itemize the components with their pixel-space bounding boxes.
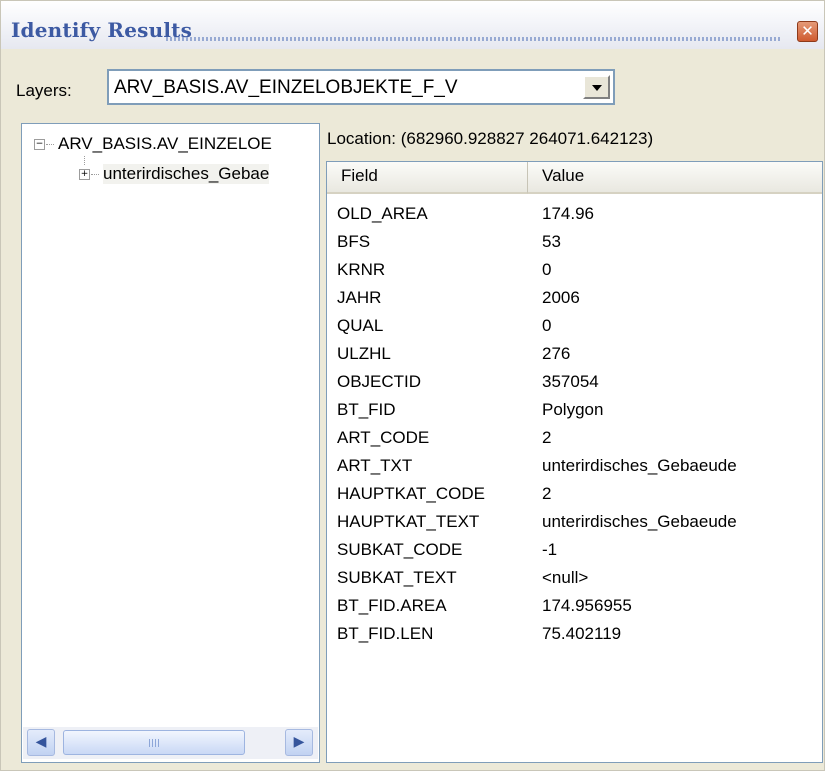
field-value: unterirdisches_Gebaeude — [542, 512, 737, 531]
tree-connector — [84, 156, 85, 165]
close-button[interactable]: ✕ — [797, 21, 818, 42]
field-name: SUBKAT_TEXT — [337, 568, 457, 587]
field-name: SUBKAT_CODE — [337, 540, 463, 559]
field-value: 2006 — [542, 288, 580, 307]
field-value: <null> — [542, 568, 589, 587]
field-name: OLD_AREA — [337, 204, 428, 223]
field-name: ULZHL — [337, 344, 391, 363]
field-value: Polygon — [542, 400, 604, 419]
tree-connector — [91, 174, 99, 175]
dropdown-arrow-button[interactable] — [583, 75, 610, 99]
field-value: 0 — [542, 316, 552, 335]
field-value: 2 — [542, 428, 552, 447]
field-name: HAUPTKAT_TEXT — [337, 512, 480, 531]
tree-node-layer[interactable]: ARV_BASIS.AV_EINZELOE — [58, 134, 272, 154]
field-name: BT_FID — [337, 400, 396, 419]
field-value: 75.402119 — [542, 624, 622, 643]
scroll-left-button[interactable]: ◀ — [27, 729, 55, 756]
field-name: OBJECTID — [337, 372, 422, 391]
field-name: BT_FID.AREA — [337, 596, 447, 615]
field-value: -1 — [542, 540, 558, 559]
title-bar[interactable]: Identify Results ✕ — [1, 1, 824, 49]
field-value: 0 — [542, 260, 552, 279]
layers-dropdown[interactable]: ARV_BASIS.AV_EINZELOBJEKTE_F_V — [107, 69, 615, 105]
field-value: 174.956955 — [542, 596, 632, 615]
field-name: ART_CODE — [337, 428, 430, 447]
field-name: JAHR — [337, 288, 382, 307]
field-name: HAUPTKAT_CODE — [337, 484, 485, 503]
tree-connector — [46, 144, 54, 145]
location-readout: Location: (682960.928827 264071.642123) — [327, 129, 654, 148]
field-name: BT_FID.LEN — [337, 624, 434, 643]
layers-label: Layers: — [16, 81, 72, 100]
value-column-header[interactable]: Value — [528, 162, 822, 194]
title-rule — [166, 37, 782, 41]
field-value: 2 — [542, 484, 552, 503]
arrow-right-icon: ▶ — [293, 734, 305, 750]
layers-selected-value: ARV_BASIS.AV_EINZELOBJEKTE_F_V — [114, 77, 458, 98]
field-value: unterirdisches_Gebaeude — [542, 456, 737, 475]
identify-results-window: Identify Results ✕ Layers: ARV_BASIS.AV_… — [0, 0, 825, 771]
field-name: ART_TXT — [337, 456, 413, 475]
collapse-icon[interactable]: − — [34, 139, 45, 150]
field-name: BFS — [337, 232, 371, 251]
horizontal-scrollbar[interactable]: ◀ ▶ — [23, 727, 318, 759]
scroll-right-button[interactable]: ▶ — [285, 729, 313, 756]
field-value: 357054 — [542, 372, 599, 391]
arrow-left-icon: ◀ — [35, 734, 47, 750]
field-column-header[interactable]: Field — [327, 162, 528, 194]
results-tree[interactable]: − ARV_BASIS.AV_EINZELOE + unterirdisches… — [21, 123, 320, 763]
field-name: QUAL — [337, 316, 384, 335]
window-title: Identify Results — [11, 18, 193, 42]
field-value: 53 — [542, 232, 561, 251]
attribute-grid: Field Value OLD_AREA 174.96 BFS 53 KRNR 0 J… — [326, 161, 823, 763]
tree-node-feature[interactable]: unterirdisches_Gebae — [103, 164, 270, 184]
scrollbar-thumb[interactable] — [63, 730, 245, 755]
field-value: 174.96 — [542, 204, 594, 223]
expand-icon[interactable]: + — [79, 169, 90, 180]
field-value: 276 — [542, 344, 571, 363]
field-name: KRNR — [337, 260, 386, 279]
